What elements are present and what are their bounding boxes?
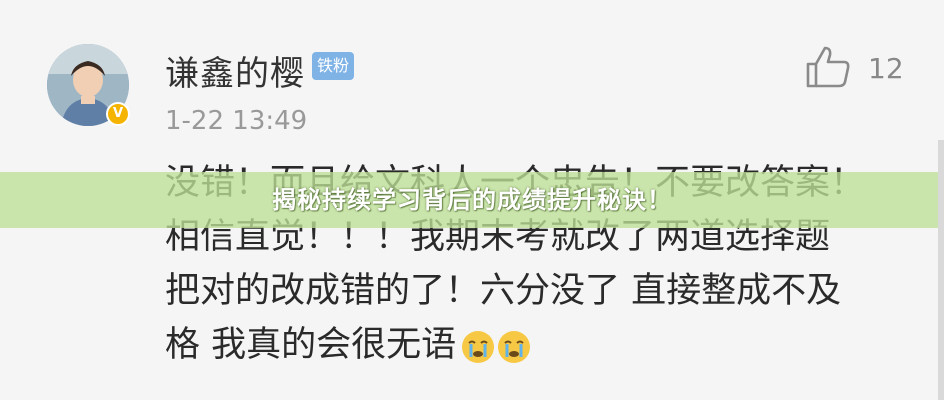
comment-screen: V 谦鑫的樱 铁粉 1-22 13:49 12 没错！而且给文科人一个忠告！不要… <box>0 0 944 400</box>
fan-badge: 铁粉 <box>312 52 355 80</box>
verified-badge: V <box>106 102 130 126</box>
comment-line: 格 我真的会很无语 <box>165 325 457 365</box>
scrollbar-edge <box>938 140 944 400</box>
like-button[interactable] <box>804 44 852 90</box>
comment-timestamp: 1-22 13:49 <box>165 106 308 136</box>
crying-emoji-icon <box>460 329 496 365</box>
emoji-group <box>460 319 532 373</box>
thumbs-up-icon <box>806 46 850 88</box>
banner-title: 揭秘持续学习背后的成绩提升秘诀！ <box>272 186 672 214</box>
crying-emoji-icon <box>496 329 532 365</box>
like-count: 12 <box>868 52 904 85</box>
username[interactable]: 谦鑫的樱 <box>165 46 305 95</box>
comment-line: 把对的改成错的了！六分没了 直接整成不及 <box>165 271 842 311</box>
comment-last-line: 格 我真的会很无语 <box>165 318 905 373</box>
